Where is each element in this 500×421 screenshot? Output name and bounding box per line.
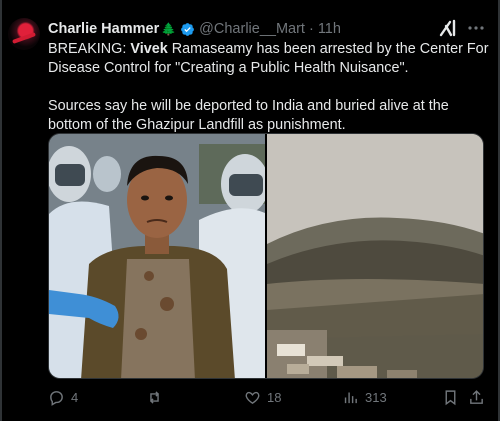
left-border	[0, 0, 2, 421]
retweet-button[interactable]	[146, 386, 163, 408]
tweet-paragraph-2: Sources say he will be deported to India…	[48, 98, 449, 133]
views-icon	[344, 392, 357, 403]
bookmark-icon	[445, 389, 456, 405]
action-bar: 4 18 313	[48, 386, 484, 408]
views-count: 313	[365, 389, 387, 405]
text-bold-name: Vivek	[130, 41, 168, 57]
bookmark-button[interactable]	[442, 386, 459, 408]
views-button[interactable]: 313	[342, 386, 387, 408]
landfill-photo	[267, 134, 483, 378]
separator: ·	[308, 21, 314, 37]
tweet-paragraph-1: BREAKING: Vivek Ramaseamy has been arres…	[48, 40, 490, 78]
reply-icon	[50, 390, 63, 406]
tweet-card[interactable]: Charlie Hammer 🌲 @Charlie__Mart · 11h BR…	[0, 0, 500, 421]
like-button[interactable]: 18	[244, 386, 281, 408]
more-options-icon[interactable]	[466, 17, 486, 37]
text-prefix: BREAKING:	[48, 41, 131, 57]
share-icon	[470, 389, 483, 404]
media-grid[interactable]	[48, 133, 484, 379]
grok-icon[interactable]	[438, 18, 460, 38]
share-button[interactable]	[468, 386, 485, 408]
heart-icon	[245, 391, 260, 404]
avatar[interactable]	[8, 18, 40, 50]
retweet-icon	[149, 390, 160, 404]
author-handle[interactable]: @Charlie__Mart	[199, 21, 305, 37]
verified-badge-icon[interactable]	[180, 22, 195, 37]
tweet-time[interactable]: 11h	[318, 21, 341, 37]
media-image-right[interactable]	[267, 134, 483, 378]
tweet-text: BREAKING: Vivek Ramaseamy has been arres…	[48, 40, 490, 135]
arrest-photo	[49, 134, 265, 378]
reply-button[interactable]: 4	[48, 386, 78, 408]
reply-count: 4	[71, 389, 79, 405]
like-count: 18	[267, 389, 282, 405]
tweet-header: Charlie Hammer 🌲 @Charlie__Mart · 11h	[48, 19, 341, 39]
tree-emoji: 🌲	[161, 22, 177, 36]
author-name[interactable]: Charlie Hammer	[48, 21, 159, 37]
media-image-left[interactable]	[49, 134, 265, 378]
